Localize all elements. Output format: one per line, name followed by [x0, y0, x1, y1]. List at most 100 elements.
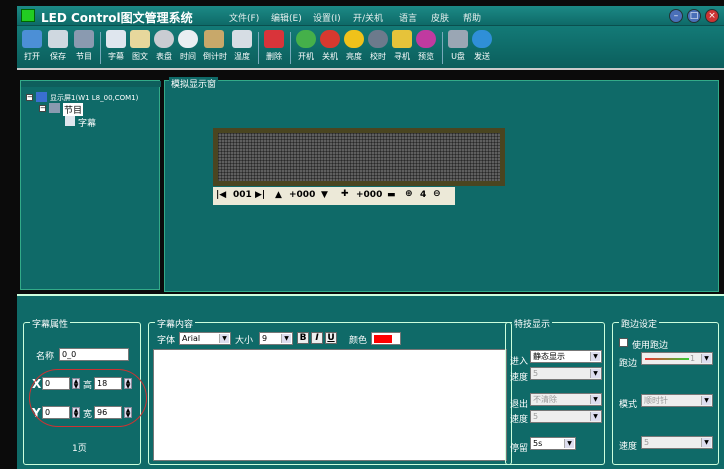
- collapse-icon[interactable]: −: [39, 105, 46, 112]
- page-count: 1页: [72, 444, 87, 454]
- send-icon: [472, 30, 492, 48]
- subtitle-content: 字幕内容 字体 Arial ▼ 大小 9 ▼ B I U 颜色: [148, 317, 512, 465]
- dial-icon: [154, 30, 174, 48]
- last-page-icon[interactable]: ▶|: [255, 190, 265, 200]
- countdown-button[interactable]: 倒计时: [203, 30, 227, 62]
- toolbar-separator: [258, 32, 259, 64]
- underline-button[interactable]: U: [325, 332, 337, 344]
- zoom-out-icon[interactable]: ⊖: [433, 189, 441, 199]
- title-bar: LED Control图文管理系统 文件(F) 编辑(E) 设置(I) 开/关机…: [17, 6, 724, 26]
- menu-file[interactable]: 文件(F): [229, 11, 259, 24]
- sync-time-button[interactable]: 校时: [367, 30, 389, 62]
- power-on-button[interactable]: 开机: [295, 30, 317, 62]
- enter-speed-label: 速度: [510, 373, 529, 383]
- subtitle-icon: [106, 30, 126, 48]
- chevron-down-icon: ▼: [281, 334, 291, 343]
- enter-effect-select[interactable]: 静态显示 ▼: [530, 350, 602, 363]
- chevron-down-icon: ▼: [590, 369, 600, 378]
- power-on-icon: [296, 30, 316, 48]
- program-tree: − 显示屏1(W1 L8_00,COM1) − 节目 字幕: [20, 80, 161, 290]
- x-offset: +000: [356, 190, 383, 200]
- edge-select[interactable]: 1 ▼: [641, 352, 713, 365]
- stay-select[interactable]: 5s ▼: [530, 437, 576, 450]
- tree-header: [21, 81, 161, 87]
- preview-icon: [416, 30, 436, 48]
- chevron-down-icon: ▼: [590, 412, 600, 421]
- power-off-button[interactable]: 关机: [319, 30, 341, 62]
- bold-button[interactable]: B: [297, 332, 309, 344]
- open-icon: [22, 30, 42, 48]
- menu-skin[interactable]: 皮肤: [431, 11, 449, 24]
- collapse-icon[interactable]: −: [26, 94, 33, 101]
- preview-button[interactable]: 预览: [415, 30, 437, 62]
- up-arrow-icon[interactable]: ▲: [275, 190, 282, 200]
- save-button[interactable]: 保存: [47, 30, 69, 62]
- program-icon: [49, 103, 60, 113]
- color-swatch: [374, 335, 392, 343]
- down-arrow-icon[interactable]: ▼: [321, 190, 328, 200]
- menu-help[interactable]: 帮助: [463, 11, 481, 24]
- menu-power[interactable]: 开/关机: [353, 11, 383, 24]
- simulation-label: 模拟显示窗: [169, 77, 219, 90]
- power-off-icon: [320, 30, 340, 48]
- find-device-button[interactable]: 寻机: [391, 30, 413, 62]
- color-picker[interactable]: [371, 332, 401, 345]
- dial-button[interactable]: 表盘: [153, 30, 175, 62]
- border-speed-select[interactable]: 5 ▼: [641, 436, 713, 449]
- first-page-icon[interactable]: |◀: [216, 190, 226, 200]
- tree-program[interactable]: 节目: [63, 103, 84, 116]
- plus-icon[interactable]: ✚: [341, 189, 349, 199]
- effect-settings: 特技显示 进入 静态显示 ▼ 速度 5 ▼ 退出 不清除 ▼ 速度 5 ▼ 停留 5s ▼: [505, 317, 605, 465]
- tree-subtitle[interactable]: 字幕: [78, 116, 96, 129]
- italic-button[interactable]: I: [311, 332, 323, 344]
- clock-icon: [178, 30, 198, 48]
- sun-icon: [344, 30, 364, 48]
- temperature-button[interactable]: 温度: [231, 30, 253, 62]
- led-controls: |◀ 001 ▶| ▲ +000 ▼ ✚ +000 ▬ ⊕ 4 ⊖: [213, 187, 455, 205]
- chevron-down-icon: ▼: [701, 396, 711, 405]
- menu-settings[interactable]: 设置(I): [313, 11, 341, 24]
- led-preview: [213, 128, 505, 186]
- exit-speed-label: 速度: [510, 415, 529, 425]
- app-title: LED Control图文管理系统: [41, 11, 193, 25]
- chevron-down-icon: ▼: [219, 334, 229, 343]
- tree-screen[interactable]: 显示屏1(W1 L8_00,COM1): [50, 93, 138, 103]
- font-label: 字体: [157, 336, 176, 346]
- minimize-icon[interactable]: –: [669, 9, 683, 23]
- usb-button[interactable]: U盘: [447, 30, 469, 62]
- subtitle-icon: [65, 116, 75, 126]
- edge-label: 跑边: [619, 359, 638, 369]
- time-button[interactable]: 时间: [177, 30, 199, 62]
- use-border-checkbox[interactable]: [619, 338, 628, 347]
- subtitle-text-area[interactable]: [153, 349, 507, 461]
- page-number: 001: [233, 190, 252, 200]
- minus-icon[interactable]: ▬: [387, 190, 396, 200]
- image-text-button[interactable]: 图文: [129, 30, 151, 62]
- program-icon: [74, 30, 94, 48]
- name-input[interactable]: 0_0: [59, 348, 129, 361]
- menu-edit[interactable]: 编辑(E): [271, 11, 302, 24]
- zoom-in-icon[interactable]: ⊕: [405, 189, 413, 199]
- enter-speed-select[interactable]: 5 ▼: [530, 367, 602, 380]
- exit-speed-select[interactable]: 5 ▼: [530, 410, 602, 423]
- toolbar-separator: [290, 32, 291, 64]
- maximize-icon[interactable]: □: [687, 9, 701, 23]
- subtitle-button[interactable]: 字幕: [105, 30, 127, 62]
- group-label: 字幕内容: [155, 317, 196, 330]
- close-icon[interactable]: ×: [705, 9, 719, 23]
- open-button[interactable]: 打开: [21, 30, 43, 62]
- border-speed-label: 速度: [619, 442, 638, 452]
- send-button[interactable]: 发送: [471, 30, 493, 62]
- color-label: 颜色: [349, 336, 368, 346]
- image-text-icon: [130, 30, 150, 48]
- annotation-ellipse: [29, 369, 147, 427]
- font-select[interactable]: Arial ▼: [179, 332, 231, 345]
- program-button[interactable]: 节目: [73, 30, 95, 62]
- mode-select[interactable]: 顺时针 ▼: [641, 394, 713, 407]
- size-select[interactable]: 9 ▼: [259, 332, 293, 345]
- thermometer-icon: [232, 30, 252, 48]
- brightness-button[interactable]: 亮度: [343, 30, 365, 62]
- delete-button[interactable]: 删除: [263, 30, 285, 62]
- menu-language[interactable]: 语言: [399, 11, 417, 24]
- exit-effect-select[interactable]: 不清除 ▼: [530, 393, 602, 406]
